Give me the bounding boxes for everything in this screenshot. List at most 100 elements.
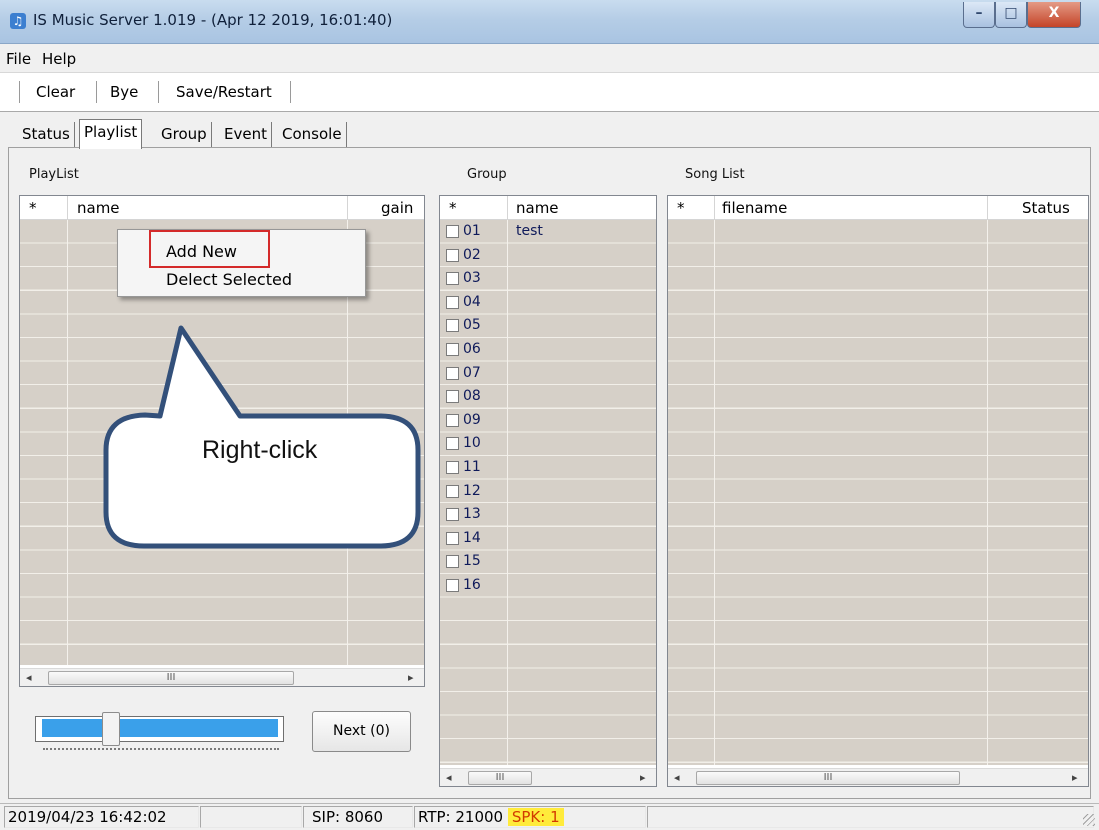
column-header-star[interactable]: * bbox=[29, 196, 37, 220]
tab-console[interactable]: Console bbox=[278, 122, 347, 147]
column-header-star[interactable]: * bbox=[449, 196, 457, 220]
group-row[interactable]: 10 bbox=[440, 432, 656, 456]
group-row-checkbox[interactable] bbox=[446, 295, 459, 309]
toolbar-divider bbox=[96, 81, 97, 103]
column-header-name[interactable]: name bbox=[516, 196, 559, 220]
window-title: IS Music Server 1.019 - (Apr 12 2019, 16… bbox=[33, 11, 393, 29]
group-row[interactable]: 08 bbox=[440, 385, 656, 409]
toolbar-divider bbox=[290, 81, 291, 103]
group-rows[interactable]: 01 test 02 03 04 05 06 07 08 09 10 11 12 13 14 15 16 bbox=[440, 220, 656, 765]
scroll-right-arrow-icon[interactable]: ▸ bbox=[408, 671, 414, 684]
group-row[interactable]: 03 bbox=[440, 267, 656, 291]
group-row-checkbox[interactable] bbox=[446, 531, 459, 545]
column-divider bbox=[507, 196, 508, 220]
column-header-status[interactable]: Status bbox=[1022, 196, 1070, 220]
group-row[interactable]: 12 bbox=[440, 480, 656, 504]
group-row-number: 04 bbox=[463, 293, 481, 310]
group-row-number: 07 bbox=[463, 364, 481, 381]
group-row-checkbox[interactable] bbox=[446, 413, 459, 427]
group-row[interactable]: 02 bbox=[440, 244, 656, 268]
scroll-left-arrow-icon[interactable]: ◂ bbox=[26, 671, 32, 684]
group-row-checkbox[interactable] bbox=[446, 248, 459, 262]
column-header-filename[interactable]: filename bbox=[722, 196, 787, 220]
tab-status[interactable]: Status bbox=[18, 122, 75, 147]
column-divider bbox=[987, 220, 988, 765]
slider-ticks bbox=[43, 748, 279, 753]
toolbar-divider bbox=[19, 81, 20, 103]
songlist-rows[interactable] bbox=[668, 220, 1088, 765]
tab-event[interactable]: Event bbox=[220, 122, 272, 147]
group-row[interactable]: 04 bbox=[440, 291, 656, 315]
column-divider bbox=[347, 196, 348, 220]
status-datetime: 2019/04/23 16:42:02 bbox=[4, 806, 199, 828]
group-row[interactable]: 01 test bbox=[440, 220, 656, 244]
close-button[interactable]: X bbox=[1027, 2, 1081, 28]
toolbar-divider bbox=[158, 81, 159, 103]
slider-thumb[interactable] bbox=[102, 712, 120, 746]
group-row[interactable]: 05 bbox=[440, 314, 656, 338]
status-rtp-cell: RTP: 21000 SPK: 1 bbox=[414, 806, 646, 828]
group-row-checkbox[interactable] bbox=[446, 390, 459, 404]
group-row-number: 11 bbox=[463, 459, 481, 475]
scroll-right-arrow-icon[interactable]: ▸ bbox=[1072, 771, 1078, 784]
resize-grip-icon[interactable] bbox=[1083, 814, 1095, 826]
group-row-checkbox[interactable] bbox=[446, 225, 459, 238]
group-row[interactable]: 13 bbox=[440, 503, 656, 527]
column-header-name[interactable]: name bbox=[77, 196, 120, 220]
group-row-checkbox[interactable] bbox=[446, 366, 459, 380]
context-menu-delete-selected[interactable]: Delect Selected bbox=[166, 270, 292, 289]
group-hscrollbar[interactable]: ◂ III ▸ bbox=[440, 768, 656, 786]
group-row-number: 03 bbox=[463, 270, 481, 287]
menu-help[interactable]: Help bbox=[42, 50, 76, 68]
tab-playlist[interactable]: Playlist bbox=[79, 119, 143, 149]
group-row-checkbox[interactable] bbox=[446, 484, 459, 498]
group-row[interactable]: 14 bbox=[440, 527, 656, 551]
group-row-number: 16 bbox=[463, 577, 481, 593]
group-row[interactable]: 16 bbox=[440, 574, 656, 598]
playlist-hscrollbar[interactable]: ◂ III ▸ bbox=[20, 668, 424, 686]
group-row-number: 12 bbox=[463, 482, 481, 499]
maximize-button[interactable]: □ bbox=[995, 2, 1027, 28]
minimize-button[interactable]: – bbox=[963, 2, 995, 28]
save-restart-button[interactable]: Save/Restart bbox=[176, 83, 272, 101]
group-row-checkbox[interactable] bbox=[446, 508, 459, 522]
group-row-checkbox[interactable] bbox=[446, 437, 459, 451]
callout-label: Right-click bbox=[202, 436, 318, 464]
column-header-star[interactable]: * bbox=[677, 196, 685, 220]
songlist-hscrollbar[interactable]: ◂ III ▸ bbox=[668, 768, 1088, 786]
songlist-grid[interactable]: * filename Status ◂ III ▸ bbox=[667, 195, 1089, 787]
next-button[interactable]: Next (0) bbox=[312, 711, 411, 752]
group-row-checkbox[interactable] bbox=[446, 461, 459, 474]
group-row-checkbox[interactable] bbox=[446, 343, 459, 356]
group-row[interactable]: 07 bbox=[440, 362, 656, 386]
bye-button[interactable]: Bye bbox=[110, 83, 138, 101]
group-row[interactable]: 06 bbox=[440, 338, 656, 362]
context-menu-add-new[interactable]: Add New bbox=[166, 242, 237, 261]
status-rtp: RTP: 21000 bbox=[418, 808, 504, 826]
group-row-number: 15 bbox=[463, 553, 481, 570]
column-header-gain[interactable]: gain bbox=[381, 196, 413, 220]
group-row-checkbox[interactable] bbox=[446, 272, 459, 286]
group-row[interactable]: 15 bbox=[440, 550, 656, 574]
group-row-number: 14 bbox=[463, 529, 481, 546]
column-divider bbox=[714, 220, 715, 765]
scroll-left-arrow-icon[interactable]: ◂ bbox=[674, 771, 680, 784]
group-row-checkbox[interactable] bbox=[446, 319, 459, 333]
scroll-left-arrow-icon[interactable]: ◂ bbox=[446, 771, 452, 784]
scroll-thumb[interactable]: III bbox=[696, 771, 960, 785]
menu-file[interactable]: File bbox=[6, 50, 31, 68]
status-empty-cell bbox=[647, 806, 1094, 828]
group-grid[interactable]: * name 01 test 02 03 04 05 06 07 08 09 10 11 12 13 14 1… bbox=[439, 195, 657, 787]
scroll-right-arrow-icon[interactable]: ▸ bbox=[640, 771, 646, 784]
group-row-checkbox[interactable] bbox=[446, 555, 459, 569]
playlist-label: PlayList bbox=[29, 167, 79, 182]
group-row[interactable]: 09 bbox=[440, 409, 656, 433]
group-row[interactable]: 11 bbox=[440, 456, 656, 480]
group-row-checkbox[interactable] bbox=[446, 579, 459, 592]
clear-button[interactable]: Clear bbox=[36, 83, 75, 101]
tab-group[interactable]: Group bbox=[157, 122, 212, 147]
group-row-number: 06 bbox=[463, 341, 481, 357]
group-row-number: 05 bbox=[463, 317, 481, 334]
scroll-thumb[interactable]: III bbox=[468, 771, 532, 785]
scroll-thumb[interactable]: III bbox=[48, 671, 294, 685]
